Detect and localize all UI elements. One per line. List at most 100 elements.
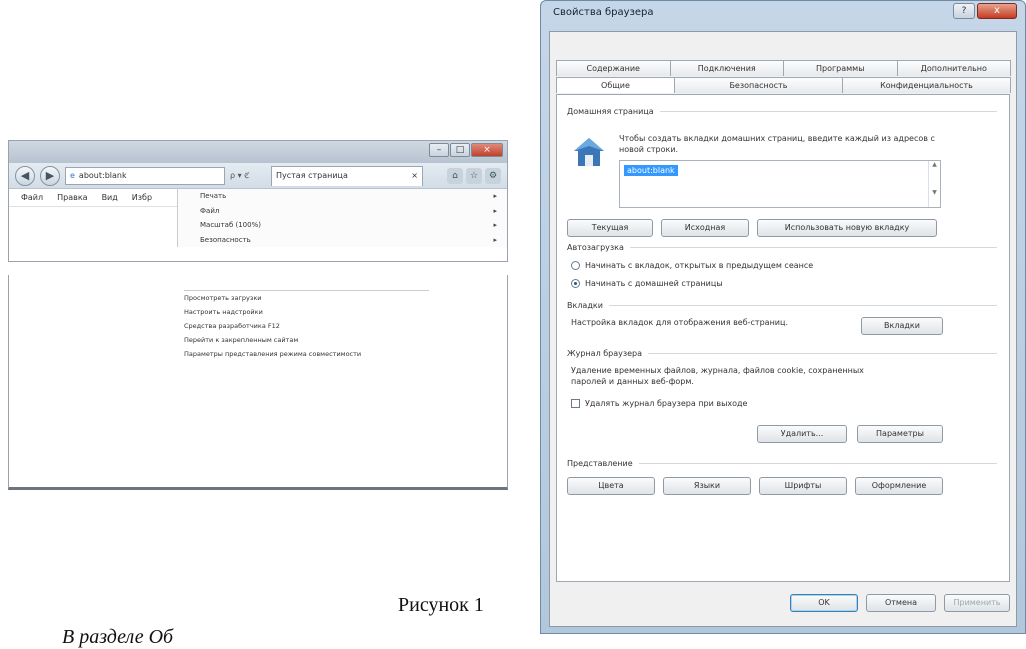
group-label: Представление (567, 459, 633, 468)
radio-label: Начинать с домашней страницы (585, 279, 723, 288)
home-icon[interactable]: ⌂ (447, 167, 463, 184)
browser-titlebar: – □ × (9, 141, 507, 163)
back-arrow-icon[interactable]: ◀ (15, 165, 35, 186)
close-icon[interactable]: x (977, 3, 1017, 19)
menu-view[interactable]: Вид (102, 189, 118, 206)
tab-content[interactable]: Содержание (556, 60, 671, 76)
menu-item-compat-view[interactable]: Параметры представления режима совместим… (184, 347, 429, 361)
menu-item-label: Безопасность (200, 235, 251, 244)
figure-caption: Рисунок 1 (398, 594, 484, 616)
tabs-description: Настройка вкладок для отображения веб-ст… (571, 318, 788, 327)
menu-list-continued: Просмотреть загрузки Настроить надстройк… (184, 290, 429, 361)
menu-item-addons[interactable]: Настроить надстройки (184, 305, 429, 319)
menu-item-pinned-sites[interactable]: Перейти к закрепленным сайтам (184, 333, 429, 347)
body-text: В разделе Об (62, 626, 174, 648)
menu-item-label: Файл (200, 206, 220, 215)
colors-button[interactable]: Цвета (567, 477, 655, 495)
tab-close-icon[interactable]: × (411, 167, 418, 186)
general-tab-panel: Домашняя страница Чтобы создать вкладки … (556, 94, 1010, 582)
home-page-value: about:blank (624, 165, 678, 176)
submenu-arrow-icon: ▸ (493, 192, 497, 200)
tab-programs[interactable]: Программы (783, 60, 898, 76)
group-label: Автозагрузка (567, 243, 624, 252)
delete-history-on-exit-checkbox[interactable]: Удалять журнал браузера при выходе (571, 399, 747, 408)
delete-history-button[interactable]: Удалить... (757, 425, 847, 443)
address-text: about:blank (78, 170, 127, 180)
address-row: ◀ ▶ e about:blank ρ ▾ ℭ Пустая страница … (9, 163, 507, 189)
tabs-row-back: Содержание Подключения Программы Дополни… (556, 60, 1011, 76)
languages-button[interactable]: Языки (663, 477, 751, 495)
default-page-button[interactable]: Исходная (661, 219, 749, 237)
ie-page-icon: e (70, 170, 75, 180)
dialog-title: Свойства браузера (553, 7, 654, 18)
menu-item-label: Масштаб (100%) (200, 221, 261, 229)
close-icon[interactable]: × (471, 143, 503, 157)
browser-caption-buttons: – □ × (429, 143, 503, 157)
current-page-button[interactable]: Текущая (567, 219, 653, 237)
dialog-body: Содержание Подключения Программы Дополни… (549, 31, 1017, 627)
textarea-scrollbar[interactable]: ▲ ▼ (928, 161, 940, 207)
use-new-tab-button[interactable]: Использовать новую вкладку (757, 219, 937, 237)
tabs-settings-button[interactable]: Вкладки (861, 317, 943, 335)
menu-item-security[interactable]: Безопасность ▸ (178, 233, 507, 248)
history-description: Удаление временных файлов, журнала, файл… (571, 366, 864, 386)
menu-favorites[interactable]: Избр (132, 189, 152, 206)
help-icon[interactable]: ? (953, 3, 975, 19)
address-controls[interactable]: ρ ▾ ℭ (230, 171, 266, 180)
checkbox-label: Удалять журнал браузера при выходе (585, 399, 748, 408)
menu-item-print[interactable]: Печать ▸ (178, 189, 507, 204)
home-icon (574, 138, 604, 166)
menu-item-zoom[interactable]: Масштаб (100%) ▸ (178, 218, 507, 233)
tab-security[interactable]: Безопасность (673, 77, 843, 93)
radio-label: Начинать с вкладок, открытых в предыдуще… (585, 261, 814, 270)
startup-group: Автозагрузка (567, 243, 997, 252)
tab-privacy[interactable]: Конфиденциальность (841, 77, 1011, 93)
browser-tab[interactable]: Пустая страница × (271, 165, 423, 186)
tabs-group: Вкладки (567, 301, 997, 310)
group-label: Домашняя страница (567, 107, 654, 116)
submenu-arrow-icon: ▸ (493, 206, 497, 215)
home-page-description: Чтобы создать вкладки домашних страниц, … (619, 134, 935, 154)
star-icon[interactable]: ☆ (466, 167, 482, 184)
home-page-group: Домашняя страница (567, 107, 997, 116)
browser-properties-dialog: Свойства браузера ? x Содержание Подключ… (540, 0, 1026, 634)
home-page-input[interactable]: about:blank ▲ ▼ (619, 160, 941, 208)
startup-option-home-page[interactable]: Начинать с домашней страницы (571, 279, 723, 288)
radio-button[interactable] (571, 261, 580, 270)
menu-file[interactable]: Файл (21, 189, 43, 206)
gear-icon[interactable]: ⚙ (485, 167, 501, 184)
cancel-button[interactable]: Отмена (866, 594, 936, 612)
group-label: Журнал браузера (567, 349, 643, 358)
menu-edit[interactable]: Правка (57, 189, 87, 206)
browser-menu-continuation: Просмотреть загрузки Настроить надстройк… (8, 275, 508, 490)
submenu-arrow-icon: ▸ (493, 221, 497, 229)
submenu-arrow-icon: ▸ (493, 235, 497, 244)
maximize-icon[interactable]: □ (450, 143, 470, 157)
tools-dropdown-menu: Печать ▸ Файл ▸ Масштаб (100%) ▸ Безопаснос… (177, 189, 507, 248)
browser-tab-label: Пустая страница (276, 170, 348, 180)
tab-connections[interactable]: Подключения (669, 60, 784, 76)
tabs-row-front: Общие Безопасность Конфиденциальность (556, 77, 1011, 93)
minimize-icon[interactable]: – (429, 143, 449, 157)
tab-advanced[interactable]: Дополнительно (896, 60, 1011, 76)
toolbar-icons: ⌂ ☆ ⚙ (447, 167, 501, 184)
group-label: Вкладки (567, 301, 603, 310)
browsing-history-group: Журнал браузера (567, 349, 997, 358)
ok-button[interactable]: OK (790, 594, 858, 612)
address-bar[interactable]: e about:blank (65, 166, 225, 185)
accessibility-button[interactable]: Оформление (855, 477, 943, 495)
radio-button[interactable] (571, 279, 580, 288)
forward-arrow-icon[interactable]: ▶ (40, 165, 60, 186)
apply-button[interactable]: Применить (944, 594, 1010, 612)
menu-item-downloads[interactable]: Просмотреть загрузки (184, 291, 429, 305)
startup-option-previous-session[interactable]: Начинать с вкладок, открытых в предыдуще… (571, 261, 813, 270)
menu-item-devtools[interactable]: Средства разработчика F12 (184, 319, 429, 333)
checkbox[interactable] (571, 399, 580, 408)
menu-item-label: Печать (200, 192, 227, 200)
fonts-button[interactable]: Шрифты (759, 477, 847, 495)
history-settings-button[interactable]: Параметры (857, 425, 943, 443)
appearance-group: Представление (567, 459, 997, 468)
menu-item-file[interactable]: Файл ▸ (178, 204, 507, 219)
browser-window: – □ × ◀ ▶ e about:blank ρ ▾ ℭ Пустая стр… (8, 140, 508, 262)
tab-general[interactable]: Общие (556, 77, 675, 93)
